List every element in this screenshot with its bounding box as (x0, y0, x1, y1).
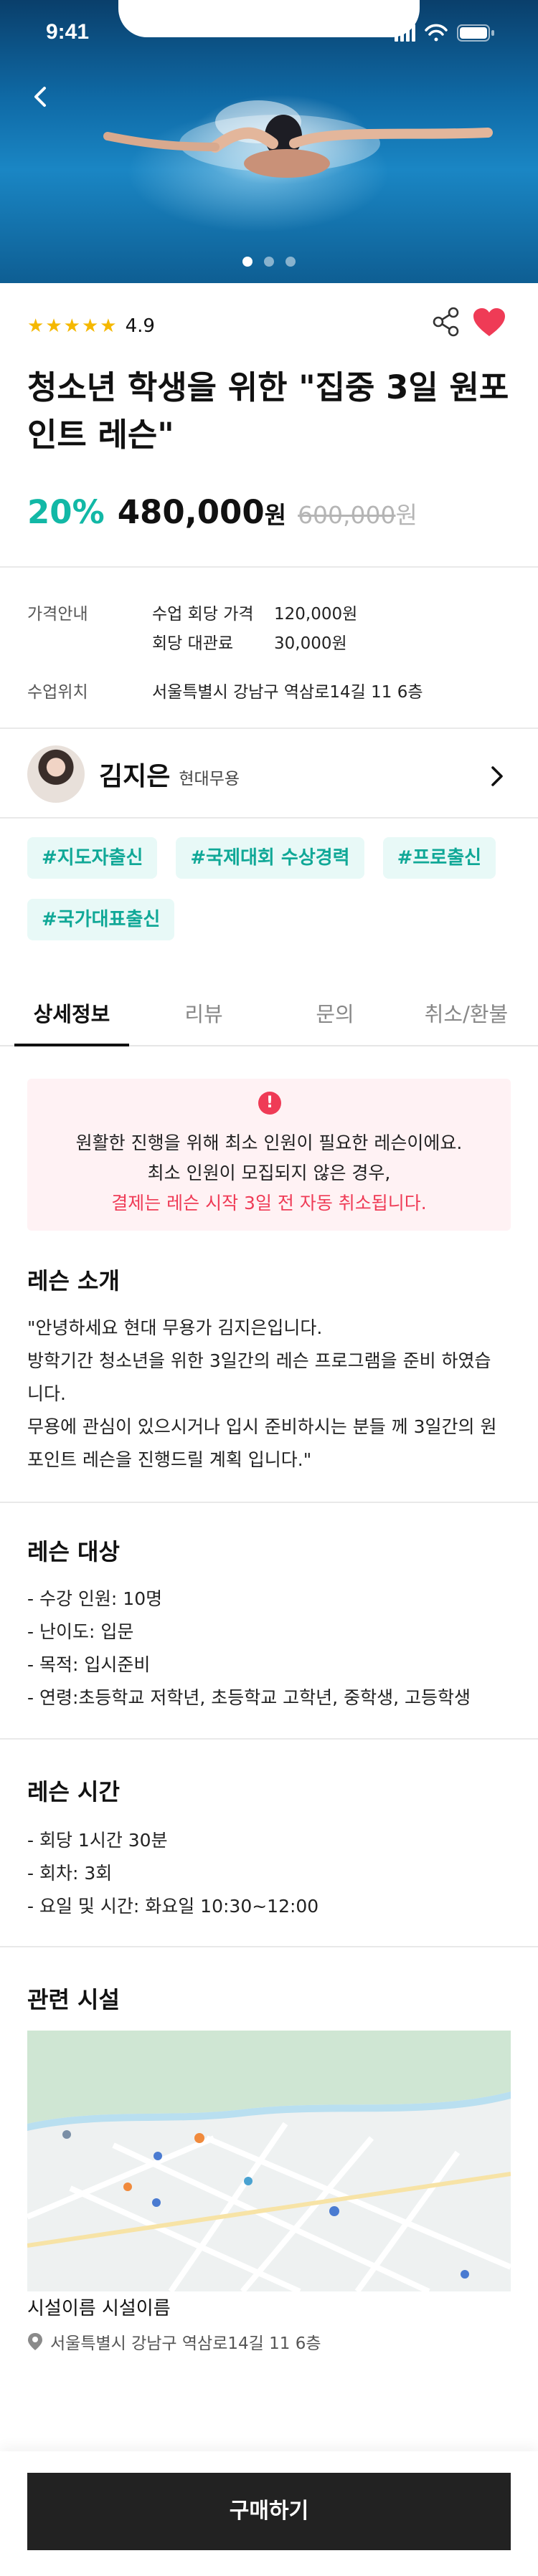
rental-label: 회당 대관료 (152, 634, 234, 653)
notice-line: 원활한 진행을 위해 최소 인원이 필요한 레슨이에요. (75, 1132, 463, 1153)
target-line: - 난이도: 입문 (27, 1621, 134, 1642)
facility-address: 서울특별시 강남구 역삼로14길 11 6층 (50, 2334, 321, 2353)
tag[interactable]: #국제대회 수상경력 (176, 837, 364, 879)
instructor-row[interactable]: 김지은 현대무용 (27, 742, 515, 806)
facility-name: 시설이름 시설이름 (27, 2298, 171, 2319)
notice-warning: 결제는 레슨 시작 3일 전 자동 취소됩니다. (111, 1193, 427, 1213)
star-icon: ★ (27, 315, 44, 337)
original-price: 600,000 (298, 501, 396, 529)
status-bar: 9:41 (0, 0, 538, 63)
section-title-target: 레슨 대상 (27, 1538, 120, 1565)
facility-map[interactable] (27, 2031, 511, 2291)
map-graphic (27, 2031, 511, 2291)
status-time: 9:41 (46, 20, 90, 44)
location-value: 서울특별시 강남구 역삼로14길 11 6층 (152, 683, 423, 702)
star-icon: ★ (63, 315, 80, 337)
back-arrow-icon[interactable] (27, 82, 56, 111)
signal-icon (395, 24, 415, 42)
target-line: - 목적: 입시준비 (27, 1654, 151, 1675)
tag[interactable]: #프로출신 (382, 837, 496, 879)
facility-address-row: 서울특별시 강남구 역삼로14길 11 6층 (27, 2329, 321, 2354)
sale-price-unit: 원 (264, 501, 287, 529)
tab-detail[interactable]: 상세정보 (14, 998, 129, 1028)
divider (0, 817, 538, 819)
instructor-avatar (27, 745, 85, 803)
intro-line: 무용에 관심이 있으시거나 입시 준비하시는 분들 께 3일간의 원 (27, 1416, 497, 1437)
divider (0, 728, 538, 729)
section-title-intro: 레슨 소개 (27, 1267, 120, 1294)
time-line: - 회차: 3회 (27, 1863, 113, 1884)
divider (0, 1946, 538, 1947)
battery-icon (457, 24, 494, 42)
price-info-label: 가격안내 (27, 605, 88, 624)
time-line: - 요일 및 시간: 화요일 10:30~12:00 (27, 1896, 319, 1917)
intro-line: "안녕하세요 현대 무용가 김지은입니다. (27, 1317, 323, 1338)
tab-review[interactable]: 리뷰 (146, 998, 261, 1028)
star-icon: ★ (100, 315, 117, 337)
section-title-time: 레슨 시간 (27, 1778, 120, 1805)
wifi-icon (425, 24, 448, 42)
star-icon: ★ (45, 315, 62, 337)
divider (0, 1738, 538, 1740)
carousel-dot-active[interactable] (242, 257, 253, 267)
tag[interactable]: #국가대표출신 (27, 899, 175, 940)
tab-inquiry[interactable]: 문의 (278, 998, 392, 1028)
section-title-facility: 관련 시설 (27, 1986, 120, 2013)
carousel-dot[interactable] (264, 257, 274, 267)
divider (0, 566, 538, 568)
intro-line: 포인트 레슨을 진행드릴 계획 입니다." (27, 1449, 312, 1470)
fee-label: 수업 회당 가격 (152, 605, 254, 624)
carousel-dot[interactable] (285, 257, 296, 267)
device-notch (118, 0, 420, 37)
discount-rate: 20% (27, 493, 105, 531)
heart-icon[interactable] (472, 307, 506, 338)
alert-icon: ! (258, 1092, 281, 1115)
location-label: 수업위치 (27, 683, 88, 702)
original-price-unit: 원 (395, 501, 417, 529)
rating-value: 4.9 (125, 315, 155, 337)
bottom-bar: 구매하기 (0, 2451, 538, 2576)
minimum-people-notice: ! 원활한 진행을 위해 최소 인원이 필요한 레슨이에요. 최소 인원이 모집… (27, 1079, 511, 1231)
detail-tabs: 상세정보 리뷰 문의 취소/환불 (0, 982, 538, 1046)
star-icon: ★ (81, 315, 99, 337)
rental-value: 30,000원 (274, 634, 347, 653)
price-row: 20% 480,000 원 600,000 원 (27, 493, 417, 531)
active-tab-indicator (14, 1044, 129, 1046)
instructor-genre: 현대무용 (179, 770, 240, 788)
rating: ★ ★ ★ ★ ★ 4.9 (27, 312, 155, 340)
tag[interactable]: #지도자출신 (27, 837, 158, 879)
intro-line: 방학기간 청소년을 위한 3일간의 레슨 프로그램을 준비 하였습 (27, 1350, 491, 1371)
sale-price: 480,000 (117, 493, 265, 531)
target-line: - 연령:초등학교 저학년, 초등학교 고학년, 중학생, 고등학생 (27, 1687, 471, 1708)
target-text: - 수강 인원: 10명 - 난이도: 입문 - 목적: 입시준비 - 연령:초… (27, 1583, 522, 1714)
carousel-indicator (0, 256, 538, 269)
lesson-title: 청소년 학생을 위한 "집중 3일 원포인트 레슨" (27, 368, 509, 454)
tab-cancel-refund[interactable]: 취소/환불 (409, 998, 524, 1028)
time-text: - 회당 1시간 30분 - 회차: 3회 - 요일 및 시간: 화요일 10:… (27, 1824, 522, 1923)
fee-value: 120,000원 (274, 605, 358, 624)
location-pin-icon (28, 2333, 42, 2350)
buy-button[interactable]: 구매하기 (27, 2473, 511, 2550)
notice-line: 최소 인원이 모집되지 않은 경우, (147, 1163, 391, 1183)
share-icon[interactable] (429, 305, 463, 339)
time-line: - 회당 1시간 30분 (27, 1830, 168, 1851)
hero-image[interactable]: 9:41 (0, 0, 538, 283)
tag-list: #지도자출신 #국제대회 수상경력 #프로출신 #국가대표출신 (27, 837, 522, 960)
intro-line: 니다. (27, 1383, 66, 1404)
status-icons (395, 24, 494, 42)
instructor-name: 김지은 (99, 762, 171, 791)
intro-text: "안녕하세요 현대 무용가 김지은입니다. 방학기간 청소년을 위한 3일간의 … (27, 1312, 522, 1477)
divider (0, 1502, 538, 1503)
target-line: - 수강 인원: 10명 (27, 1588, 163, 1609)
chevron-right-icon[interactable] (488, 764, 506, 788)
